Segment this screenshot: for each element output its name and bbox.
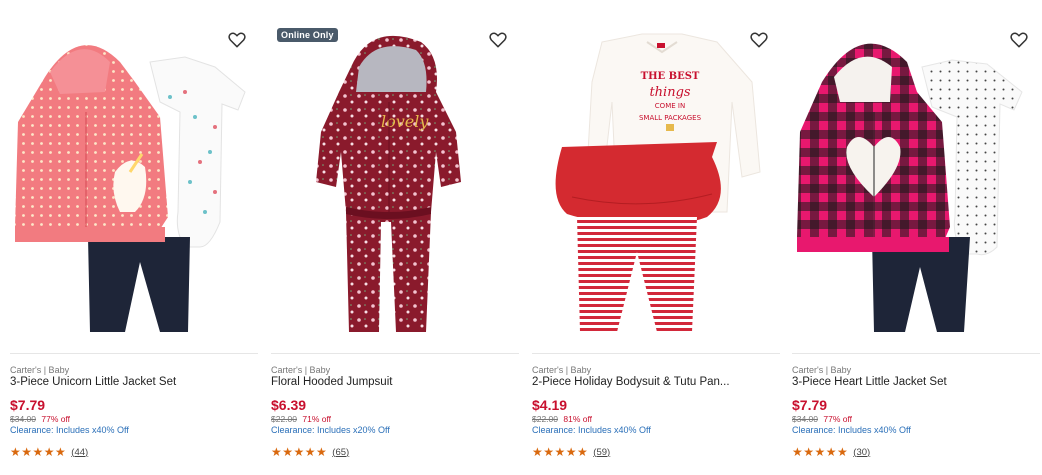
star-rating-icon: ★★★★★ (10, 445, 67, 459)
unicorn-jacket-set-image (15, 45, 246, 332)
rating-row: ★★★★★ (30) (792, 445, 870, 459)
product-image[interactable] (10, 22, 260, 342)
original-price: $22.00 (271, 414, 297, 424)
heart-jacket-set-image (797, 43, 1023, 332)
divider (10, 353, 258, 354)
floral-jumpsuit-image: lovely (316, 35, 461, 332)
review-count-link[interactable]: (59) (593, 447, 610, 458)
product-brand: Carter's | Baby (271, 365, 331, 375)
product-card[interactable]: Carter's | Baby 3-Piece Unicorn Little J… (10, 0, 260, 475)
clearance-note: Clearance: Includes x40% Off (792, 425, 911, 435)
product-sale-price: $6.39 (271, 397, 307, 413)
product-brand: Carter's | Baby (792, 365, 852, 375)
product-brand: Carter's | Baby (532, 365, 592, 375)
star-rating-icon: ★★★★★ (792, 445, 849, 459)
divider (792, 353, 1040, 354)
review-count-link[interactable]: (30) (853, 447, 870, 458)
product-title-link[interactable]: 3-Piece Heart Little Jacket Set (792, 376, 1032, 388)
original-price-row: $22.00 71% off (271, 414, 331, 424)
print-line-1: THE BEST (641, 71, 700, 82)
product-sale-price: $7.79 (792, 397, 828, 413)
product-image[interactable]: lovely (271, 22, 521, 342)
product-card[interactable]: lovely Online Only Carter's | Baby Flora… (271, 0, 521, 475)
original-price-row: $34.00 77% off (792, 414, 852, 424)
clearance-note: Clearance: Includes x40% Off (532, 425, 651, 435)
product-title-link[interactable]: 2-Piece Holiday Bodysuit & Tutu Pan... (532, 376, 772, 388)
original-price-row: $34.00 77% off (10, 414, 70, 424)
favorite-heart-icon[interactable] (749, 30, 769, 50)
original-price: $34.00 (10, 414, 36, 424)
product-image[interactable] (792, 22, 1042, 342)
rating-row: ★★★★★ (59) (532, 445, 610, 459)
original-price-row: $22.00 81% off (532, 414, 592, 424)
product-card[interactable]: THE BEST things COME IN SMALL PACKAGES C… (532, 0, 782, 475)
rating-row: ★★★★★ (65) (271, 445, 349, 459)
product-sale-price: $7.79 (10, 397, 46, 413)
star-rating-icon: ★★★★★ (532, 445, 589, 459)
product-image[interactable]: THE BEST things COME IN SMALL PACKAGES (532, 22, 782, 342)
svg-text:lovely: lovely (381, 112, 429, 131)
favorite-heart-icon[interactable] (227, 30, 247, 50)
favorite-heart-icon[interactable] (1009, 30, 1029, 50)
online-only-badge: Online Only (277, 28, 338, 42)
holiday-bodysuit-tutu-image: THE BEST things COME IN SMALL PACKAGES (555, 33, 761, 332)
product-card[interactable]: Carter's | Baby 3-Piece Heart Little Jac… (792, 0, 1042, 475)
print-line-2: things (649, 85, 690, 100)
review-count-link[interactable]: (44) (71, 447, 88, 458)
product-sale-price: $4.19 (532, 397, 568, 413)
clearance-note: Clearance: Includes x20% Off (271, 425, 390, 435)
favorite-heart-icon[interactable] (488, 30, 508, 50)
divider (271, 353, 519, 354)
product-grid: Carter's | Baby 3-Piece Unicorn Little J… (0, 0, 1042, 475)
clearance-note: Clearance: Includes x40% Off (10, 425, 129, 435)
print-line-3: COME IN (655, 102, 685, 110)
print-line-4: SMALL PACKAGES (639, 114, 702, 122)
divider (532, 353, 780, 354)
discount-percent: 77% off (41, 414, 71, 424)
discount-percent: 71% off (302, 414, 332, 424)
rating-row: ★★★★★ (44) (10, 445, 88, 459)
product-title-link[interactable]: 3-Piece Unicorn Little Jacket Set (10, 376, 250, 388)
original-price: $22.00 (532, 414, 558, 424)
star-rating-icon: ★★★★★ (271, 445, 328, 459)
original-price: $34.00 (792, 414, 818, 424)
discount-percent: 81% off (563, 414, 593, 424)
product-title-link[interactable]: Floral Hooded Jumpsuit (271, 376, 511, 388)
discount-percent: 77% off (823, 414, 853, 424)
review-count-link[interactable]: (65) (332, 447, 349, 458)
product-brand: Carter's | Baby (10, 365, 70, 375)
